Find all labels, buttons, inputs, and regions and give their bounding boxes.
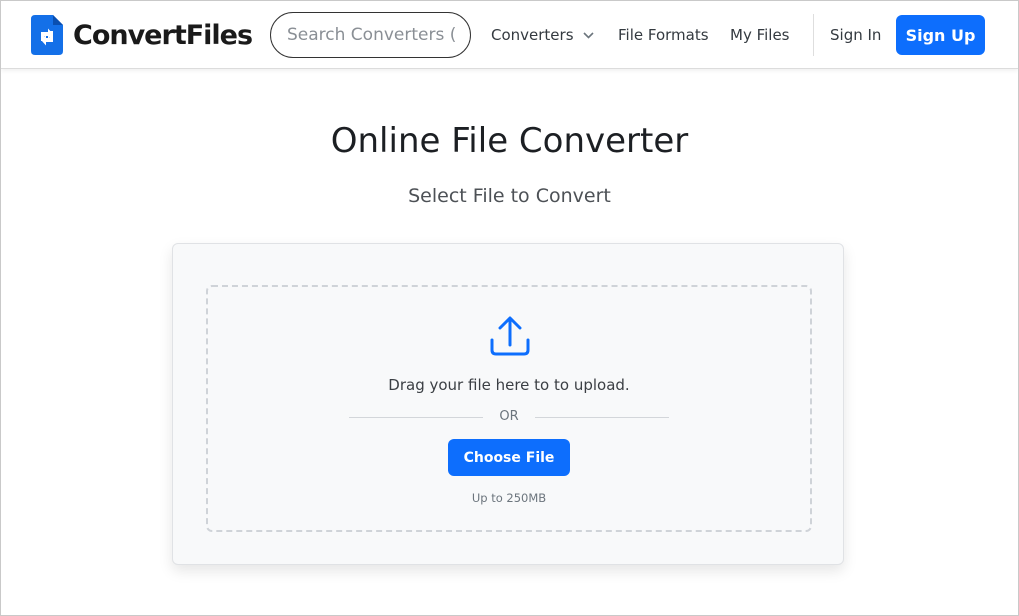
- page-subtitle: Select File to Convert: [408, 185, 611, 207]
- nav-divider: [813, 14, 814, 56]
- brand-logo-link[interactable]: ConvertFiles: [31, 14, 253, 56]
- or-separator: OR: [349, 407, 669, 427]
- nav-file-formats-link[interactable]: File Formats: [618, 25, 709, 45]
- nav-converters-dropdown[interactable]: Converters: [491, 25, 594, 45]
- upload-card: Drag your file here to to upload. OR Cho…: [172, 243, 844, 565]
- upload-icon: [490, 316, 530, 356]
- file-convert-logo-icon: [31, 15, 63, 55]
- choose-file-button[interactable]: Choose File: [448, 439, 570, 476]
- chevron-down-icon: [582, 31, 594, 39]
- top-navbar: ConvertFiles Converters File Formats My …: [1, 1, 1018, 69]
- nav-my-files-link[interactable]: My Files: [730, 25, 790, 45]
- sign-in-link[interactable]: Sign In: [830, 25, 881, 45]
- brand-name: ConvertFiles: [73, 19, 253, 51]
- search-box: [270, 12, 471, 58]
- separator-line-right: [535, 417, 669, 418]
- nav-converters-label: Converters: [491, 26, 574, 44]
- upload-size-limit: Up to 250MB: [471, 491, 547, 505]
- search-input[interactable]: [271, 13, 470, 57]
- page-title: Online File Converter: [330, 121, 689, 161]
- file-dropzone[interactable]: Drag your file here to to upload. OR Cho…: [206, 285, 812, 532]
- drag-drop-instructions: Drag your file here to to upload.: [388, 376, 630, 394]
- sign-up-button[interactable]: Sign Up: [896, 15, 985, 55]
